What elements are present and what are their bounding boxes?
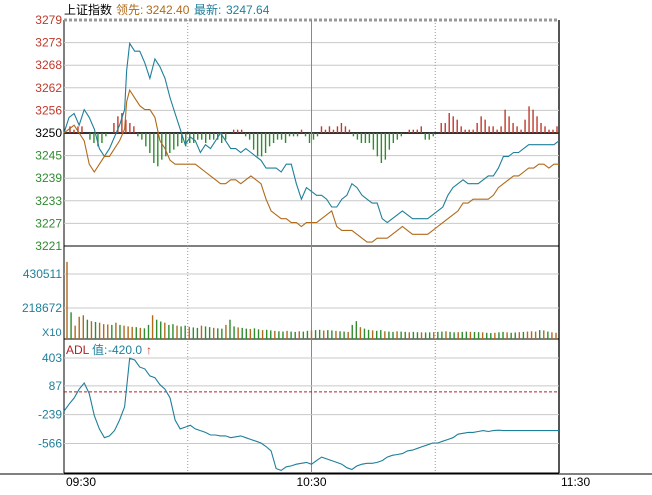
y-tick-labels: 3279 3273 3268 3262 3256 3250 3245 3239 3233 3227… bbox=[22, 13, 62, 451]
volume-multiplier: X10 bbox=[42, 327, 62, 339]
adl-tick-label: -239 bbox=[38, 408, 62, 422]
latest-value: 3247.64 bbox=[226, 3, 270, 17]
chart-stage: 3279 3273 3268 3262 3256 3250 3245 3239 3233 3227… bbox=[0, 0, 652, 490]
price-tick-label: 3227 bbox=[35, 216, 62, 230]
price-tick-label: 3273 bbox=[35, 36, 62, 50]
breadth-bars bbox=[69, 106, 558, 167]
price-tick-label: 3245 bbox=[35, 149, 62, 163]
price-tick-label: 3233 bbox=[35, 194, 62, 208]
leader-value: 3242.40 bbox=[146, 3, 190, 17]
price-tick-label: 3221 bbox=[35, 239, 62, 253]
adl-tick-label: 87 bbox=[49, 379, 63, 393]
price-tick-label: 3256 bbox=[35, 103, 62, 117]
adl-name: ADL bbox=[66, 343, 90, 357]
x-tick-label: 10:30 bbox=[296, 475, 326, 489]
adl-value: -420.0 bbox=[108, 343, 142, 357]
index-chart: 3279 3273 3268 3262 3256 3250 3245 3239 3233 3227… bbox=[0, 2, 652, 489]
price-tick-label: 3239 bbox=[35, 171, 62, 185]
x-tick-label: 09:30 bbox=[66, 475, 96, 489]
volume-tick-label: 430511 bbox=[23, 267, 62, 281]
index-name: 上证指数 bbox=[64, 2, 112, 17]
x-tick-label: 11:30 bbox=[561, 475, 590, 489]
adl-up-arrow: ↑ bbox=[146, 343, 152, 357]
adl-tick-label: 403 bbox=[42, 351, 62, 365]
volume-tick-label: 218672 bbox=[22, 301, 62, 315]
price-tick-label: 3268 bbox=[35, 58, 62, 72]
leader-label: 领先: bbox=[116, 3, 143, 17]
adl-value-label: 值: bbox=[92, 342, 107, 357]
price-tick-label: 3279 bbox=[35, 13, 62, 27]
price-tick-label: 3250 bbox=[35, 126, 62, 140]
x-tick-labels: 09:30 10:30 11:30 bbox=[66, 475, 590, 489]
latest-label: 最新: bbox=[194, 2, 221, 17]
adl-tick-label: -566 bbox=[38, 437, 62, 451]
grid bbox=[0, 18, 652, 475]
price-tick-label: 3262 bbox=[35, 81, 62, 95]
